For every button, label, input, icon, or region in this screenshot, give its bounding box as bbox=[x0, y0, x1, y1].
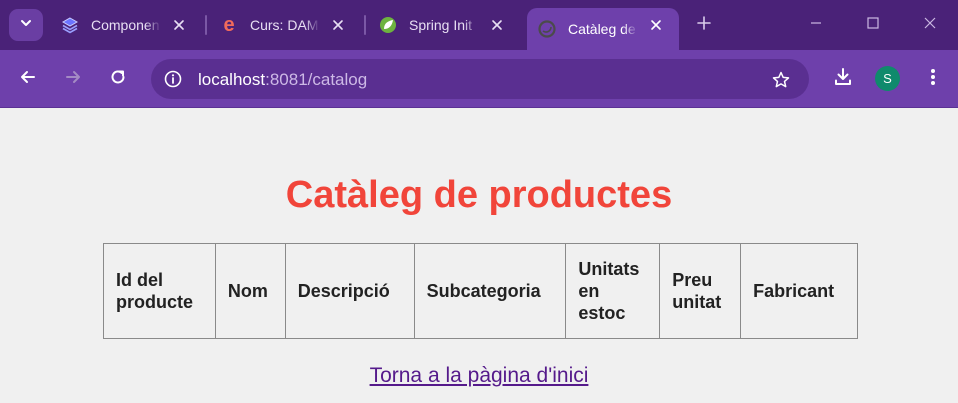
reload-icon bbox=[108, 67, 128, 92]
close-tab-icon[interactable] bbox=[488, 16, 506, 34]
column-header-descripcio: Descripció bbox=[284, 243, 415, 339]
address-bar[interactable]: localhost:8081/catalog bbox=[151, 59, 809, 99]
url-host: localhost bbox=[198, 70, 266, 89]
column-header-subcategoria: Subcategoria bbox=[413, 243, 567, 339]
bookmark-star-icon[interactable] bbox=[770, 69, 792, 91]
arrow-right-icon bbox=[63, 67, 83, 92]
browser-toolbar: localhost:8081/catalog bbox=[0, 50, 958, 108]
tab-title: Componen bbox=[91, 17, 160, 33]
layers-favicon-icon bbox=[60, 15, 80, 35]
tab-divider bbox=[205, 15, 207, 35]
back-to-home-link[interactable]: Torna a la pàgina d'inici bbox=[0, 363, 958, 389]
column-header-id: Id del producte bbox=[103, 243, 216, 339]
page-content: Catàleg de productes Id del producte Nom… bbox=[0, 108, 958, 403]
back-button[interactable] bbox=[16, 67, 40, 91]
close-tab-icon[interactable] bbox=[329, 16, 347, 34]
moodle-e-favicon-icon: e bbox=[219, 15, 239, 35]
browser-tab-spring[interactable]: Spring Init bbox=[368, 8, 520, 42]
downloads-button[interactable] bbox=[831, 67, 855, 91]
browser-tab-cataleg[interactable]: Catàleg de bbox=[527, 8, 679, 50]
svg-text:e: e bbox=[223, 15, 234, 35]
spring-leaf-favicon-icon bbox=[378, 15, 398, 35]
close-icon bbox=[923, 16, 937, 35]
tab-search-button[interactable] bbox=[9, 9, 43, 41]
url-path: :8081/catalog bbox=[265, 70, 368, 89]
close-tab-icon[interactable] bbox=[170, 16, 188, 34]
chevron-down-icon bbox=[19, 16, 33, 35]
column-header-preu: Preu unitat bbox=[659, 243, 742, 339]
close-window-button[interactable] bbox=[920, 15, 940, 35]
tab-title: Catàleg de bbox=[568, 21, 636, 37]
download-icon bbox=[832, 66, 854, 93]
column-header-fabricant: Fabricant bbox=[740, 243, 858, 339]
tab-title: Curs: DAM bbox=[250, 17, 319, 33]
plus-icon bbox=[696, 15, 712, 36]
browser-menu-button[interactable] bbox=[921, 67, 945, 91]
close-tab-icon[interactable] bbox=[647, 16, 665, 34]
catalog-table: Id del producte Nom Descripció Subcatego… bbox=[103, 243, 858, 339]
new-tab-button[interactable] bbox=[694, 15, 714, 35]
profile-avatar[interactable]: S bbox=[875, 66, 900, 91]
reload-button[interactable] bbox=[106, 67, 130, 91]
minimize-icon bbox=[809, 16, 823, 35]
table-header-row: Id del producte Nom Descripció Subcatego… bbox=[103, 243, 858, 339]
minimize-button[interactable] bbox=[806, 15, 826, 35]
arrow-left-icon bbox=[18, 67, 38, 92]
more-vertical-icon bbox=[930, 67, 936, 92]
maximize-button[interactable] bbox=[863, 15, 883, 35]
forward-button[interactable] bbox=[61, 67, 85, 91]
tab-strip: Componen e Curs: DAM Spring Init Catàleg… bbox=[0, 0, 958, 50]
tab-divider bbox=[364, 15, 366, 35]
column-header-unitats: Unitats en estoc bbox=[565, 243, 661, 339]
globe-favicon-icon bbox=[537, 19, 557, 39]
browser-tab-components[interactable]: Componen bbox=[50, 8, 202, 42]
browser-tab-curs[interactable]: e Curs: DAM bbox=[209, 8, 361, 42]
site-info-icon[interactable] bbox=[162, 68, 184, 90]
column-header-nom: Nom bbox=[214, 243, 286, 339]
maximize-icon bbox=[866, 16, 880, 35]
tab-title: Spring Init bbox=[409, 17, 473, 33]
page-title: Catàleg de productes bbox=[285, 174, 673, 216]
url-text[interactable]: localhost:8081/catalog bbox=[198, 70, 367, 90]
